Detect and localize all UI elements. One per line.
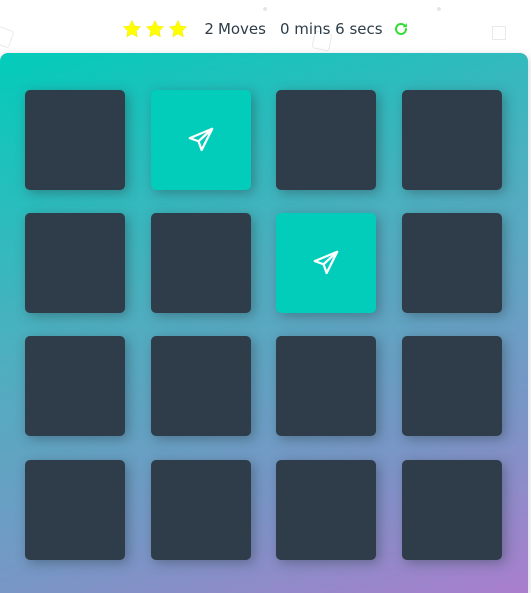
card[interactable]	[151, 336, 251, 436]
card[interactable]	[25, 336, 125, 436]
card[interactable]	[151, 213, 251, 313]
card[interactable]	[276, 90, 376, 190]
paper-plane-icon	[313, 250, 339, 275]
background-dot	[263, 7, 267, 11]
card[interactable]	[402, 460, 502, 560]
card[interactable]	[151, 460, 251, 560]
card[interactable]	[402, 213, 502, 313]
refresh-icon[interactable]	[393, 21, 409, 37]
star-icon	[123, 19, 142, 38]
timer: 0 mins 6 secs	[280, 20, 383, 38]
timer-text: 0 mins 6 secs	[279, 20, 383, 38]
card[interactable]	[25, 90, 125, 190]
moves-counter: 2 Moves	[204, 20, 266, 38]
paper-plane-icon	[188, 127, 214, 152]
card[interactable]	[25, 460, 125, 560]
star-icon	[169, 19, 188, 38]
card-deck	[0, 53, 528, 593]
background-dot	[437, 7, 441, 11]
card[interactable]	[402, 90, 502, 190]
star-icon	[146, 19, 165, 38]
card[interactable]	[276, 336, 376, 436]
card[interactable]	[276, 460, 376, 560]
moves-count: 2	[204, 20, 214, 38]
score-panel: 2 Moves 0 mins 6 secs	[0, 17, 531, 41]
moves-label: Moves	[217, 20, 266, 38]
card[interactable]	[25, 213, 125, 313]
star-rating	[122, 19, 188, 39]
card[interactable]	[151, 90, 251, 190]
card[interactable]	[402, 336, 502, 436]
card[interactable]	[276, 213, 376, 313]
